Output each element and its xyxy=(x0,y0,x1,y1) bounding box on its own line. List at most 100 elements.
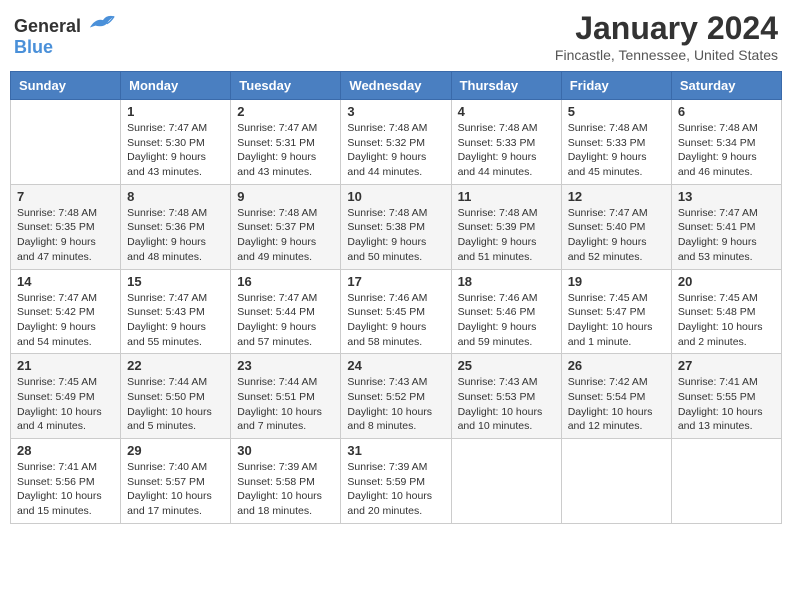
calendar-cell: 2 Sunrise: 7:47 AM Sunset: 5:31 PM Daylig… xyxy=(231,100,341,185)
calendar-cell: 6Sunrise: 7:48 AM Sunset: 5:34 PM Daylig… xyxy=(671,100,781,185)
day-info: Sunrise: 7:39 AM Sunset: 5:58 PM Dayligh… xyxy=(237,460,334,519)
calendar-cell: 8 Sunrise: 7:48 AM Sunset: 5:36 PM Daylig… xyxy=(121,184,231,269)
calendar-cell: 22Sunrise: 7:44 AM Sunset: 5:50 PM Dayli… xyxy=(121,354,231,439)
day-info: Sunrise: 7:47 AM Sunset: 5:43 PM Dayligh… xyxy=(127,291,224,350)
day-info: Sunrise: 7:47 AM Sunset: 5:31 PM Dayligh… xyxy=(237,121,334,180)
calendar-week-row: 21 Sunrise: 7:45 AM Sunset: 5:49 PM Dayli… xyxy=(11,354,782,439)
day-number: 13 xyxy=(678,189,775,204)
day-number: 28 xyxy=(17,443,114,458)
calendar-cell xyxy=(11,100,121,185)
day-number: 9 xyxy=(237,189,334,204)
day-info: Sunrise: 7:42 AM Sunset: 5:54 PM Dayligh… xyxy=(568,375,665,434)
day-info: Sunrise: 7:43 AM Sunset: 5:53 PM Dayligh… xyxy=(458,375,555,434)
day-info: Sunrise: 7:47 AM Sunset: 5:42 PM Dayligh… xyxy=(17,291,114,350)
calendar-cell: 10 Sunrise: 7:48 AM Sunset: 5:38 PM Dayli… xyxy=(341,184,451,269)
day-info: Sunrise: 7:48 AM Sunset: 5:33 PM Dayligh… xyxy=(568,121,665,180)
logo: General Blue xyxy=(14,10,116,58)
calendar-cell: 5 Sunrise: 7:48 AM Sunset: 5:33 PM Daylig… xyxy=(561,100,671,185)
day-number: 10 xyxy=(347,189,444,204)
calendar-header-row: SundayMondayTuesdayWednesdayThursdayFrid… xyxy=(11,72,782,100)
calendar-cell: 15 Sunrise: 7:47 AM Sunset: 5:43 PM Dayli… xyxy=(121,269,231,354)
calendar-cell: 9 Sunrise: 7:48 AM Sunset: 5:37 PM Daylig… xyxy=(231,184,341,269)
day-number: 16 xyxy=(237,274,334,289)
calendar-week-row: 28 Sunrise: 7:41 AM Sunset: 5:56 PM Dayli… xyxy=(11,439,782,524)
day-number: 3 xyxy=(347,104,444,119)
calendar-cell: 14 Sunrise: 7:47 AM Sunset: 5:42 PM Dayli… xyxy=(11,269,121,354)
day-info: Sunrise: 7:41 AM Sunset: 5:55 PM Dayligh… xyxy=(678,375,775,434)
calendar-cell xyxy=(671,439,781,524)
day-info: Sunrise: 7:48 AM Sunset: 5:36 PM Dayligh… xyxy=(127,206,224,265)
day-number: 24 xyxy=(347,358,444,373)
day-info: Sunrise: 7:46 AM Sunset: 5:46 PM Dayligh… xyxy=(458,291,555,350)
day-number: 17 xyxy=(347,274,444,289)
day-number: 30 xyxy=(237,443,334,458)
day-number: 23 xyxy=(237,358,334,373)
calendar-cell: 12Sunrise: 7:47 AM Sunset: 5:40 PM Dayli… xyxy=(561,184,671,269)
day-number: 19 xyxy=(568,274,665,289)
day-number: 6 xyxy=(678,104,775,119)
calendar-cell: 18 Sunrise: 7:46 AM Sunset: 5:46 PM Dayli… xyxy=(451,269,561,354)
calendar-cell: 7Sunrise: 7:48 AM Sunset: 5:35 PM Daylig… xyxy=(11,184,121,269)
day-info: Sunrise: 7:44 AM Sunset: 5:50 PM Dayligh… xyxy=(127,375,224,434)
calendar-cell: 24Sunrise: 7:43 AM Sunset: 5:52 PM Dayli… xyxy=(341,354,451,439)
day-number: 1 xyxy=(127,104,224,119)
day-info: Sunrise: 7:47 AM Sunset: 5:44 PM Dayligh… xyxy=(237,291,334,350)
day-number: 8 xyxy=(127,189,224,204)
calendar-cell: 21 Sunrise: 7:45 AM Sunset: 5:49 PM Dayli… xyxy=(11,354,121,439)
calendar-cell: 30 Sunrise: 7:39 AM Sunset: 5:58 PM Dayli… xyxy=(231,439,341,524)
logo-bird-icon xyxy=(88,10,116,32)
day-info: Sunrise: 7:45 AM Sunset: 5:49 PM Dayligh… xyxy=(17,375,114,434)
day-number: 25 xyxy=(458,358,555,373)
day-info: Sunrise: 7:48 AM Sunset: 5:38 PM Dayligh… xyxy=(347,206,444,265)
day-info: Sunrise: 7:40 AM Sunset: 5:57 PM Dayligh… xyxy=(127,460,224,519)
day-info: Sunrise: 7:48 AM Sunset: 5:39 PM Dayligh… xyxy=(458,206,555,265)
calendar-cell: 4 Sunrise: 7:48 AM Sunset: 5:33 PM Daylig… xyxy=(451,100,561,185)
location-subtitle: Fincastle, Tennessee, United States xyxy=(555,47,778,63)
weekday-header-friday: Friday xyxy=(561,72,671,100)
calendar-cell: 27 Sunrise: 7:41 AM Sunset: 5:55 PM Dayli… xyxy=(671,354,781,439)
weekday-header-monday: Monday xyxy=(121,72,231,100)
calendar-cell xyxy=(451,439,561,524)
calendar-cell: 16 Sunrise: 7:47 AM Sunset: 5:44 PM Dayli… xyxy=(231,269,341,354)
day-number: 26 xyxy=(568,358,665,373)
day-info: Sunrise: 7:41 AM Sunset: 5:56 PM Dayligh… xyxy=(17,460,114,519)
day-info: Sunrise: 7:48 AM Sunset: 5:32 PM Dayligh… xyxy=(347,121,444,180)
day-number: 2 xyxy=(237,104,334,119)
calendar-week-row: 1Sunrise: 7:47 AM Sunset: 5:30 PM Daylig… xyxy=(11,100,782,185)
day-number: 5 xyxy=(568,104,665,119)
calendar-week-row: 7Sunrise: 7:48 AM Sunset: 5:35 PM Daylig… xyxy=(11,184,782,269)
day-number: 18 xyxy=(458,274,555,289)
month-title: January 2024 xyxy=(555,10,778,47)
weekday-header-saturday: Saturday xyxy=(671,72,781,100)
weekday-header-sunday: Sunday xyxy=(11,72,121,100)
calendar-cell: 23Sunrise: 7:44 AM Sunset: 5:51 PM Dayli… xyxy=(231,354,341,439)
day-number: 15 xyxy=(127,274,224,289)
day-number: 14 xyxy=(17,274,114,289)
calendar-table: SundayMondayTuesdayWednesdayThursdayFrid… xyxy=(10,71,782,524)
day-number: 21 xyxy=(17,358,114,373)
calendar-cell: 20 Sunrise: 7:45 AM Sunset: 5:48 PM Dayli… xyxy=(671,269,781,354)
calendar-cell: 25 Sunrise: 7:43 AM Sunset: 5:53 PM Dayli… xyxy=(451,354,561,439)
day-number: 20 xyxy=(678,274,775,289)
calendar-cell xyxy=(561,439,671,524)
calendar-week-row: 14 Sunrise: 7:47 AM Sunset: 5:42 PM Dayli… xyxy=(11,269,782,354)
weekday-header-thursday: Thursday xyxy=(451,72,561,100)
logo-blue: Blue xyxy=(14,37,53,57)
calendar-cell: 19 Sunrise: 7:45 AM Sunset: 5:47 PM Dayli… xyxy=(561,269,671,354)
day-number: 29 xyxy=(127,443,224,458)
calendar-cell: 17Sunrise: 7:46 AM Sunset: 5:45 PM Dayli… xyxy=(341,269,451,354)
title-section: January 2024 Fincastle, Tennessee, Unite… xyxy=(555,10,778,63)
day-info: Sunrise: 7:45 AM Sunset: 5:47 PM Dayligh… xyxy=(568,291,665,350)
day-info: Sunrise: 7:47 AM Sunset: 5:41 PM Dayligh… xyxy=(678,206,775,265)
day-info: Sunrise: 7:45 AM Sunset: 5:48 PM Dayligh… xyxy=(678,291,775,350)
weekday-header-tuesday: Tuesday xyxy=(231,72,341,100)
day-info: Sunrise: 7:47 AM Sunset: 5:40 PM Dayligh… xyxy=(568,206,665,265)
day-info: Sunrise: 7:48 AM Sunset: 5:33 PM Dayligh… xyxy=(458,121,555,180)
day-number: 7 xyxy=(17,189,114,204)
calendar-cell: 13 Sunrise: 7:47 AM Sunset: 5:41 PM Dayli… xyxy=(671,184,781,269)
day-number: 27 xyxy=(678,358,775,373)
day-number: 31 xyxy=(347,443,444,458)
calendar-cell: 28 Sunrise: 7:41 AM Sunset: 5:56 PM Dayli… xyxy=(11,439,121,524)
day-number: 4 xyxy=(458,104,555,119)
day-info: Sunrise: 7:48 AM Sunset: 5:37 PM Dayligh… xyxy=(237,206,334,265)
